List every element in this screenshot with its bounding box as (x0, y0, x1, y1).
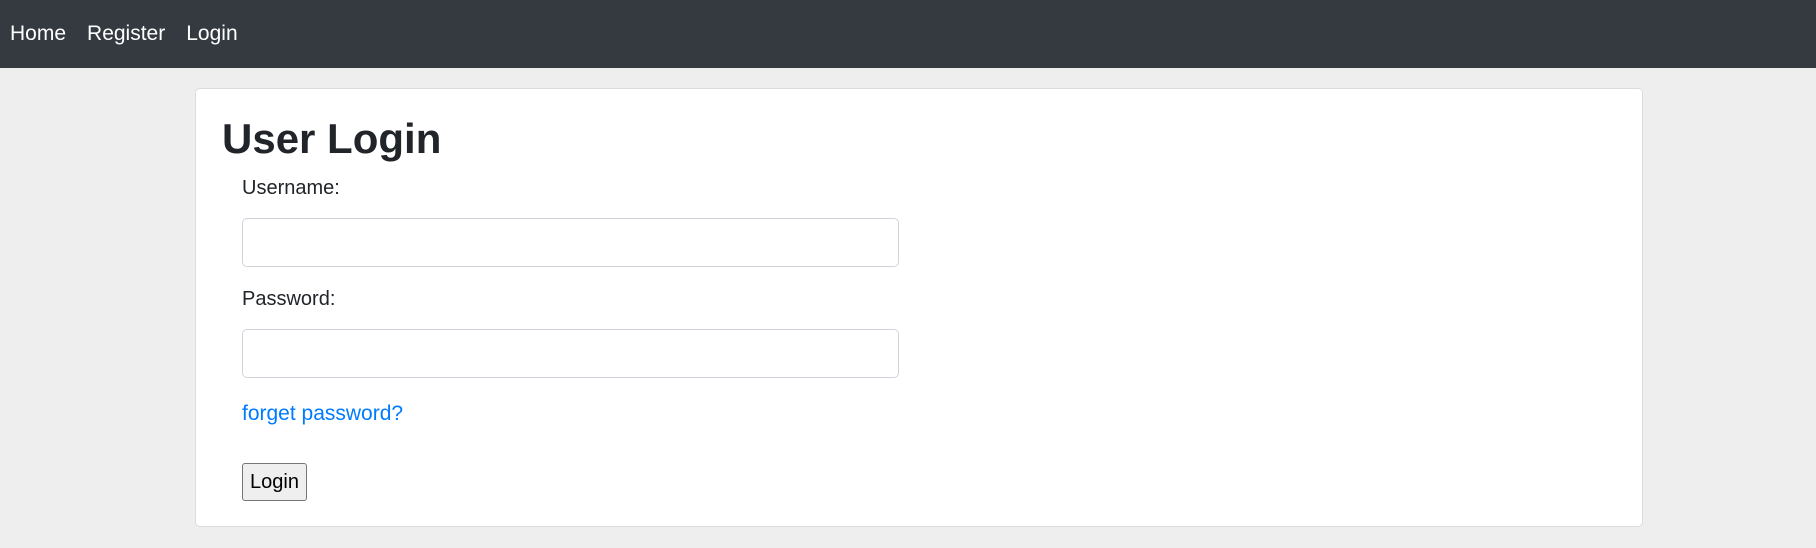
forgot-password-link[interactable]: forget password? (242, 402, 403, 426)
username-label: Username: (242, 177, 340, 199)
nav-home-link[interactable]: Home (10, 22, 66, 46)
login-button[interactable]: Login (242, 463, 307, 501)
top-navbar: Home Register Login (0, 0, 1816, 68)
password-label: Password: (242, 288, 336, 310)
nav-register-link[interactable]: Register (87, 22, 165, 46)
nav-login-link[interactable]: Login (186, 22, 237, 46)
login-card: User Login Username: Password: forget pa… (195, 88, 1643, 527)
username-input[interactable] (242, 218, 899, 267)
password-input[interactable] (242, 329, 899, 378)
page-title: User Login (222, 115, 442, 162)
